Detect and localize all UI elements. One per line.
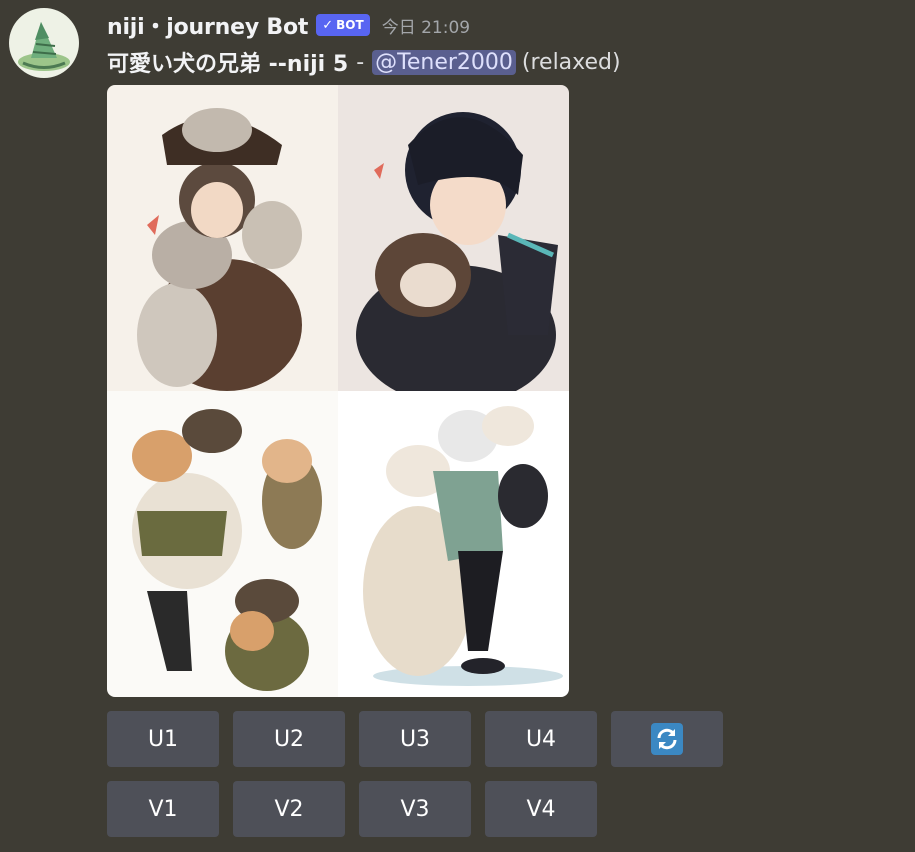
image-top-left[interactable]: [107, 85, 338, 391]
username[interactable]: niji・journey Bot: [107, 9, 308, 41]
bot-badge-label: BOT: [336, 18, 364, 32]
image-bottom-left[interactable]: [107, 391, 338, 697]
message-content: 可愛い犬の兄弟 --niji 5 - @Tener2000 (relaxed): [107, 46, 621, 78]
bot-avatar[interactable]: [9, 8, 79, 78]
variation-buttons: V1 V2 V3 V4: [107, 781, 597, 837]
u1-button[interactable]: U1: [107, 711, 219, 767]
u4-button[interactable]: U4: [485, 711, 597, 767]
checkmark-icon: ✓: [322, 17, 334, 33]
v4-button[interactable]: V4: [485, 781, 597, 837]
image-bottom-right[interactable]: [338, 391, 569, 697]
u2-button[interactable]: U2: [233, 711, 345, 767]
bot-badge: ✓ BOT: [316, 14, 370, 36]
user-mention[interactable]: @Tener2000: [372, 49, 516, 75]
upscale-buttons: U1 U2 U3 U4: [107, 711, 723, 767]
timestamp: 今日 21:09: [381, 17, 471, 38]
mode-label: (relaxed): [521, 49, 621, 75]
prompt-text: 可愛い犬の兄弟 --niji 5: [107, 52, 349, 77]
u3-button[interactable]: U3: [359, 711, 471, 767]
image-top-right[interactable]: [338, 85, 569, 391]
message-header: niji・journey Bot ✓ BOT 今日 21:09: [107, 10, 470, 40]
v3-button[interactable]: V3: [359, 781, 471, 837]
v2-button[interactable]: V2: [233, 781, 345, 837]
v1-button[interactable]: V1: [107, 781, 219, 837]
separator: -: [356, 49, 365, 75]
refresh-icon: [651, 723, 683, 755]
reroll-button[interactable]: [611, 711, 723, 767]
image-grid[interactable]: [107, 85, 569, 697]
